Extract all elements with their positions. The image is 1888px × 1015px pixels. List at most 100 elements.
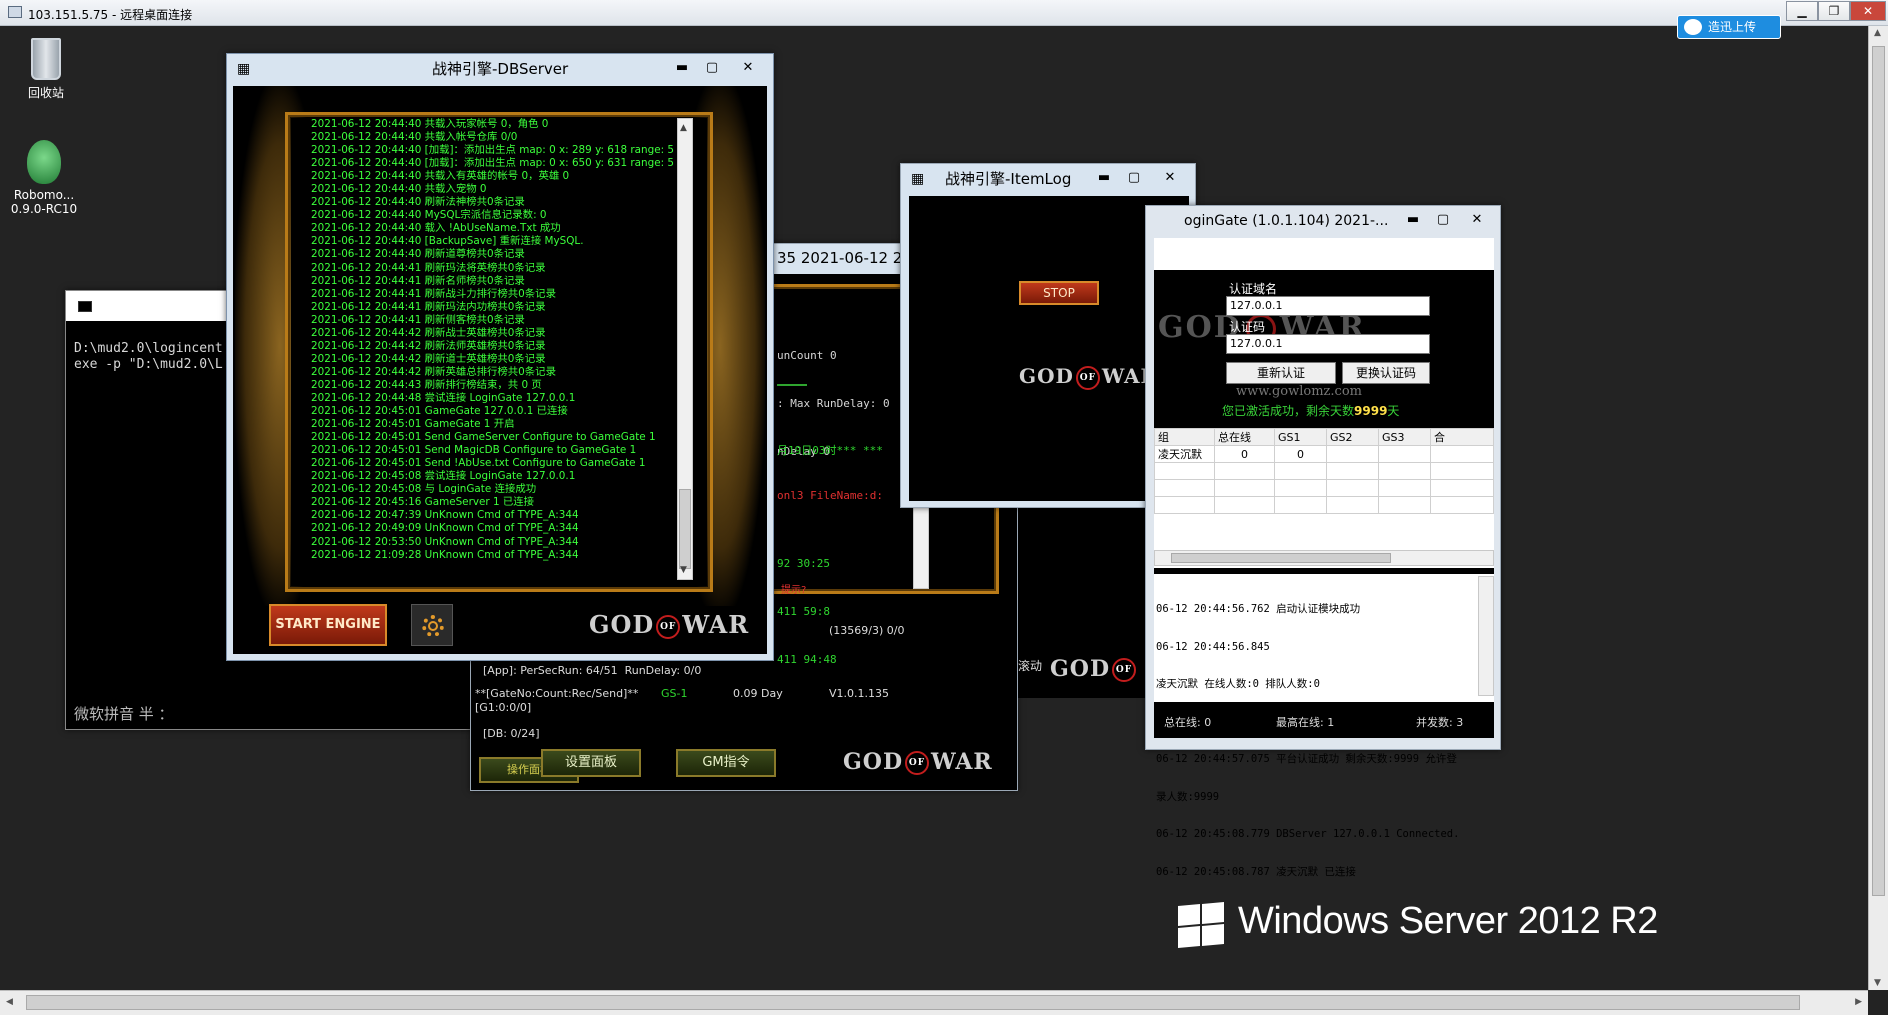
il-close-button[interactable]: ✕ xyxy=(1157,168,1183,188)
il-minimize-button[interactable]: ▬ xyxy=(1091,168,1117,188)
log-line: 2021-06-12 20:44:41 刷新玛法将英榜共0条记录 xyxy=(311,261,546,274)
windows-server-brand: Windows Server 2012 R2 xyxy=(1238,900,1658,942)
log-line: 06-12 20:45:08.787 凌天沉默 已连接 xyxy=(1156,865,1356,878)
log-line: 录人数:9999 xyxy=(1156,790,1220,803)
lg-log-scrollbar[interactable] xyxy=(1478,576,1494,696)
log-line: 2021-06-12 20:44:40 共载入玩家帐号 0，角色 0 xyxy=(311,118,549,130)
gm-command-button[interactable]: GM指令 xyxy=(676,749,776,777)
logo-of: OF xyxy=(1112,658,1137,682)
console-output: D:\mud2.0\logincent exe -p "D:\mud2.0\L xyxy=(74,341,223,372)
logingate-client: GOD WAR 认证域名 127.0.0.1 认证码 127.0.0.1 重新认证… xyxy=(1154,238,1494,878)
robomongo-label: Robomo... 0.9.0-RC10 xyxy=(10,188,78,216)
auth-status: 您已激活成功，剩余天数9999天 xyxy=(1222,402,1399,419)
log-line: 2021-06-12 20:44:40 载入 !AbUseName.Txt 成功 xyxy=(311,222,561,235)
log-line: 2021-06-12 20:49:09 UnKnown Cmd of TYPE_… xyxy=(311,522,579,535)
status-total: 总在线: 0 xyxy=(1164,716,1212,729)
lg-minimize-button[interactable]: ▬ xyxy=(1400,210,1426,230)
console-icon xyxy=(78,301,92,312)
scroll-down-icon[interactable]: ▼ xyxy=(680,565,687,575)
lg-log: 06-12 20:44:56.762 启动认证模块成功 06-12 20:44:… xyxy=(1156,578,1459,903)
log-line: 2021-06-12 20:45:01 GameGate 1 开启 xyxy=(311,418,515,431)
lg-close-button[interactable]: ✕ xyxy=(1464,210,1490,230)
il-maximize-button[interactable]: ▢ xyxy=(1121,168,1147,188)
rdp-horizontal-scrollbar[interactable]: ◀ ▶ xyxy=(0,990,1868,1015)
log-line: 2021-06-12 20:44:42 刷新英雄总排行榜共0条记录 xyxy=(311,365,556,378)
restore-button[interactable]: ❐ xyxy=(1818,1,1850,21)
table-cell xyxy=(1430,445,1494,463)
log-line: 2021-06-12 20:44:41 刷新玛法内功榜共0条记录 xyxy=(311,300,546,313)
stop-button[interactable]: STOP xyxy=(1019,281,1099,305)
log-line: 2021-06-12 20:47:39 UnKnown Cmd of TYPE_… xyxy=(311,509,579,522)
table-header[interactable]: 合 xyxy=(1430,428,1494,446)
change-code-button[interactable]: 更换认证码 xyxy=(1342,362,1430,384)
table-cell: 0 xyxy=(1274,445,1327,463)
code-label: 认证码 xyxy=(1229,320,1266,334)
minimize-button[interactable]: ▁ xyxy=(1786,1,1818,21)
itemlog-titlebar: ▦ 战神引擎-ItemLog ▬ ▢ ✕ xyxy=(901,164,1195,194)
gear-icon[interactable] xyxy=(411,604,453,646)
db-log-scrollbar[interactable]: ▲ ▼ xyxy=(677,118,693,580)
domain-input[interactable]: 127.0.0.1 xyxy=(1226,296,1430,316)
table-header[interactable]: GS1 xyxy=(1274,428,1327,446)
vscroll-up-icon[interactable]: ▲ xyxy=(1874,28,1881,38)
hscroll-thumb[interactable] xyxy=(26,995,1800,1010)
itemlog-lower-panel: 滚动 GOD OF xyxy=(1018,508,1148,698)
settings-panel-button[interactable]: 设置面板 xyxy=(541,749,641,777)
table-hscroll-thumb[interactable] xyxy=(1171,553,1391,563)
gs-stat: 411 94:48 xyxy=(777,653,837,666)
log-line: 2021-06-12 20:45:01 GameGate 127.0.0.1 已… xyxy=(311,405,568,418)
db-maximize-button[interactable]: ▢ xyxy=(699,58,725,78)
gs-gs-label: GS-1 xyxy=(661,687,688,700)
recycle-bin[interactable]: 回收站 xyxy=(12,38,80,101)
dbserver-app-icon: ▦ xyxy=(237,61,251,77)
table-hscroll[interactable] xyxy=(1154,550,1494,566)
gs-stat: 411 59:8 xyxy=(777,605,830,618)
log-line: 2021-06-12 20:44:40 刷新道尊榜共0条记录 xyxy=(311,248,525,261)
logo-god: GOD xyxy=(1050,656,1111,682)
db-scroll-thumb[interactable] xyxy=(679,489,691,569)
dbserver-title: 战神引擎-DBServer xyxy=(432,60,569,78)
table-header[interactable]: 总在线 xyxy=(1214,428,1275,446)
log-line: 2021-06-12 20:45:01 Send !AbUse.txt Conf… xyxy=(311,457,646,470)
logo-god: GOD xyxy=(1019,364,1074,388)
reauth-button[interactable]: 重新认证 xyxy=(1226,362,1336,384)
log-line: 2021-06-12 21:09:28 UnKnown Cmd of TYPE_… xyxy=(311,548,579,561)
gs-count: (13569/3) 0/0 xyxy=(829,624,905,637)
table-header[interactable]: GS3 xyxy=(1378,428,1431,446)
hscroll-left-icon[interactable]: ◀ xyxy=(6,997,13,1007)
db-minimize-button[interactable]: ▬ xyxy=(669,58,695,78)
log-line: 06-12 20:44:56.845 xyxy=(1156,640,1270,653)
hscroll-right-icon[interactable]: ▶ xyxy=(1855,997,1862,1007)
dbserver-window[interactable]: ▦ 战神引擎-DBServer ▬ ▢ ✕ ▲ ▼ 2021-06-12 20:… xyxy=(226,53,774,661)
website-text: www.gowlomz.com xyxy=(1236,384,1362,399)
lg-maximize-button[interactable]: ▢ xyxy=(1430,210,1456,230)
log-line: 2021-06-12 20:44:40 [BackupSave] 重新连接 My… xyxy=(311,235,584,248)
gow-logo-il2: GOD OF xyxy=(1050,656,1138,682)
upload-badge[interactable]: 造迅上传 xyxy=(1677,15,1781,39)
table-header[interactable]: 组 xyxy=(1154,428,1215,446)
gow-logo-gs: GOD OF WAR xyxy=(843,749,993,775)
gs-file-line: onl3 FileName:d: xyxy=(777,489,883,502)
rdp-title: 103.151.5.75 - 远程桌面连接 xyxy=(28,8,193,22)
log-line: 2021-06-12 20:45:01 Send MagicDB Configu… xyxy=(311,444,637,457)
logingate-window[interactable]: oginGate (1.0.1.104) 2021-... ▬ ▢ ✕ GOD W… xyxy=(1145,205,1501,878)
logo-of: OF xyxy=(1075,365,1100,390)
start-engine-button[interactable]: START ENGINE xyxy=(269,604,387,646)
logingate-title: oginGate (1.0.1.104) 2021-... xyxy=(1184,213,1389,229)
rdp-vertical-scrollbar[interactable]: ▲ ▼ xyxy=(1868,26,1888,990)
log-line: 2021-06-12 20:44:48 尝试连接 LoginGate 127.0… xyxy=(311,391,576,404)
log-line: 2021-06-12 20:44:40 刷新法神榜共0条记录 xyxy=(311,196,525,209)
log-line: 2021-06-12 20:44:40 MySQL宗派信息记录数: 0 xyxy=(311,209,547,222)
scroll-up-icon[interactable]: ▲ xyxy=(680,123,687,133)
code-input[interactable]: 127.0.0.1 xyxy=(1226,334,1430,354)
vscroll-down-icon[interactable]: ▼ xyxy=(1874,978,1881,988)
robomongo-icon xyxy=(27,140,61,184)
gow-logo-il: GOD OF WAR xyxy=(1019,364,1158,390)
db-close-button[interactable]: ✕ xyxy=(735,58,761,78)
table-header[interactable]: GS2 xyxy=(1326,428,1379,446)
close-button[interactable]: ✕ xyxy=(1850,1,1886,21)
vscroll-thumb[interactable] xyxy=(1872,46,1885,896)
log-line: 2021-06-12 20:53:50 UnKnown Cmd of TYPE_… xyxy=(311,535,579,548)
table-row[interactable]: 凌天沉默 0 0 xyxy=(1154,445,1494,463)
robomongo-shortcut[interactable]: Robomo... 0.9.0-RC10 xyxy=(10,140,78,216)
